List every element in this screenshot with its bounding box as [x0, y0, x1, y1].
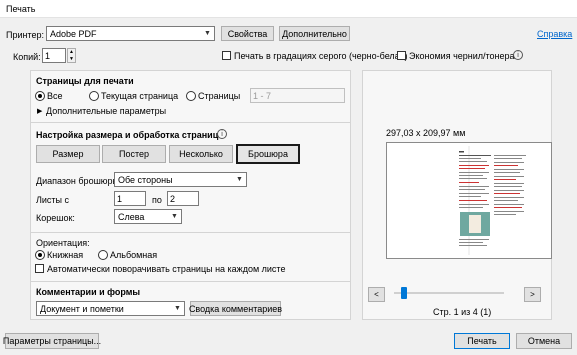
booklet-range-select[interactable]: Обе стороны ▼	[114, 172, 247, 187]
expand-triangle-icon[interactable]: ▶	[37, 107, 42, 115]
printer-select[interactable]: Adobe PDF ▼	[46, 26, 215, 41]
booklet-mode-button[interactable]: Брошюра	[236, 144, 300, 164]
copies-input[interactable]: 1	[42, 48, 66, 63]
prev-page-button[interactable]: <	[368, 287, 385, 302]
sheets-from-label: Листы с	[36, 195, 70, 205]
ink-saver-label: Экономия чернил/тонера	[409, 51, 515, 61]
info-icon[interactable]: i	[217, 129, 227, 139]
chevron-down-icon: ▼	[171, 213, 178, 220]
auto-rotate-label: Автоматически поворачивать страницы на к…	[47, 264, 286, 274]
more-options-link[interactable]: Дополнительные параметры	[46, 106, 166, 116]
pages-range-value: 1 - 7	[253, 90, 272, 101]
comments-heading: Комментарии и формы	[36, 287, 141, 297]
print-button[interactable]: Печать	[454, 333, 510, 349]
sheets-to-value: 2	[170, 193, 176, 204]
grayscale-label: Печать в градациях серого (черно-белая)	[234, 51, 408, 61]
page-setup-button[interactable]: Параметры страницы...	[3, 333, 101, 349]
booklet-range-label: Диапазон брошюры:	[36, 176, 122, 186]
auto-rotate-checkbox[interactable]	[35, 264, 44, 273]
info-icon[interactable]: i	[513, 50, 523, 60]
orientation-heading: Ориентация:	[36, 238, 90, 248]
title-bar: Печать	[0, 0, 577, 18]
pages-all-radio[interactable]	[35, 91, 45, 101]
multiple-mode-button[interactable]: Несколько	[169, 145, 233, 163]
printer-select-value: Adobe PDF	[50, 28, 97, 39]
pages-current-label: Текущая страница	[101, 91, 179, 101]
binding-label: Корешок:	[36, 213, 75, 223]
comments-select[interactable]: Документ и пометки ▼	[36, 301, 185, 316]
next-page-button[interactable]: >	[524, 287, 541, 302]
pages-current-radio[interactable]	[89, 91, 99, 101]
portrait-radio[interactable]	[35, 250, 45, 260]
page-indicator: Стр. 1 из 4 (1)	[433, 307, 492, 317]
sheets-from-input[interactable]: 1	[114, 191, 146, 206]
sizing-heading: Настройка размера и обработка страниц	[36, 130, 219, 140]
help-link[interactable]: Справка	[537, 29, 572, 39]
advanced-button[interactable]: Дополнительно	[279, 26, 350, 41]
cancel-button[interactable]: Отмена	[516, 333, 572, 349]
stepper-down-icon[interactable]: ▼	[69, 56, 74, 62]
pages-range-label: Страницы	[198, 91, 241, 101]
stepper-up-icon[interactable]: ▲	[69, 49, 74, 55]
copies-value: 1	[45, 50, 51, 61]
binding-value: Слева	[118, 211, 145, 222]
sheets-to-label: по	[152, 195, 162, 205]
booklet-range-value: Обе стороны	[118, 174, 173, 185]
chevron-left-icon: <	[374, 290, 379, 299]
booklet-thumbnail	[459, 146, 526, 255]
poster-mode-button[interactable]: Постер	[102, 145, 166, 163]
window-title: Печать	[6, 4, 36, 14]
pages-range-input[interactable]: 1 - 7	[250, 88, 345, 103]
sheets-to-input[interactable]: 2	[167, 191, 199, 206]
grayscale-checkbox[interactable]	[222, 51, 231, 60]
page-slider-thumb[interactable]	[401, 287, 407, 299]
paper-size-label: 297,03 x 209,97 мм	[386, 128, 466, 138]
comments-value: Документ и пометки	[40, 303, 124, 314]
chevron-down-icon: ▼	[236, 176, 243, 183]
pages-range-radio[interactable]	[186, 91, 196, 101]
separator	[30, 122, 351, 123]
chevron-right-icon: >	[530, 290, 535, 299]
separator	[30, 232, 351, 233]
pages-all-label: Все	[47, 91, 63, 101]
chevron-down-icon: ▼	[174, 305, 181, 312]
page-preview	[386, 142, 552, 259]
copies-stepper[interactable]: ▲ ▼	[67, 48, 76, 63]
properties-button[interactable]: Свойства	[221, 26, 274, 41]
pages-heading: Страницы для печати	[36, 76, 134, 86]
landscape-radio[interactable]	[98, 250, 108, 260]
comments-summary-button[interactable]: Сводка комментариев	[189, 301, 282, 316]
chevron-down-icon: ▼	[204, 30, 211, 37]
copies-label: Копий:	[13, 52, 41, 62]
page-slider-track[interactable]	[394, 292, 504, 294]
separator	[30, 281, 351, 282]
size-mode-button[interactable]: Размер	[36, 145, 100, 163]
landscape-label: Альбомная	[110, 250, 158, 260]
ink-saver-checkbox[interactable]	[397, 51, 406, 60]
portrait-label: Книжная	[47, 250, 84, 260]
printer-label: Принтер:	[6, 30, 45, 40]
binding-select[interactable]: Слева ▼	[114, 209, 182, 224]
sheets-from-value: 1	[117, 193, 123, 204]
